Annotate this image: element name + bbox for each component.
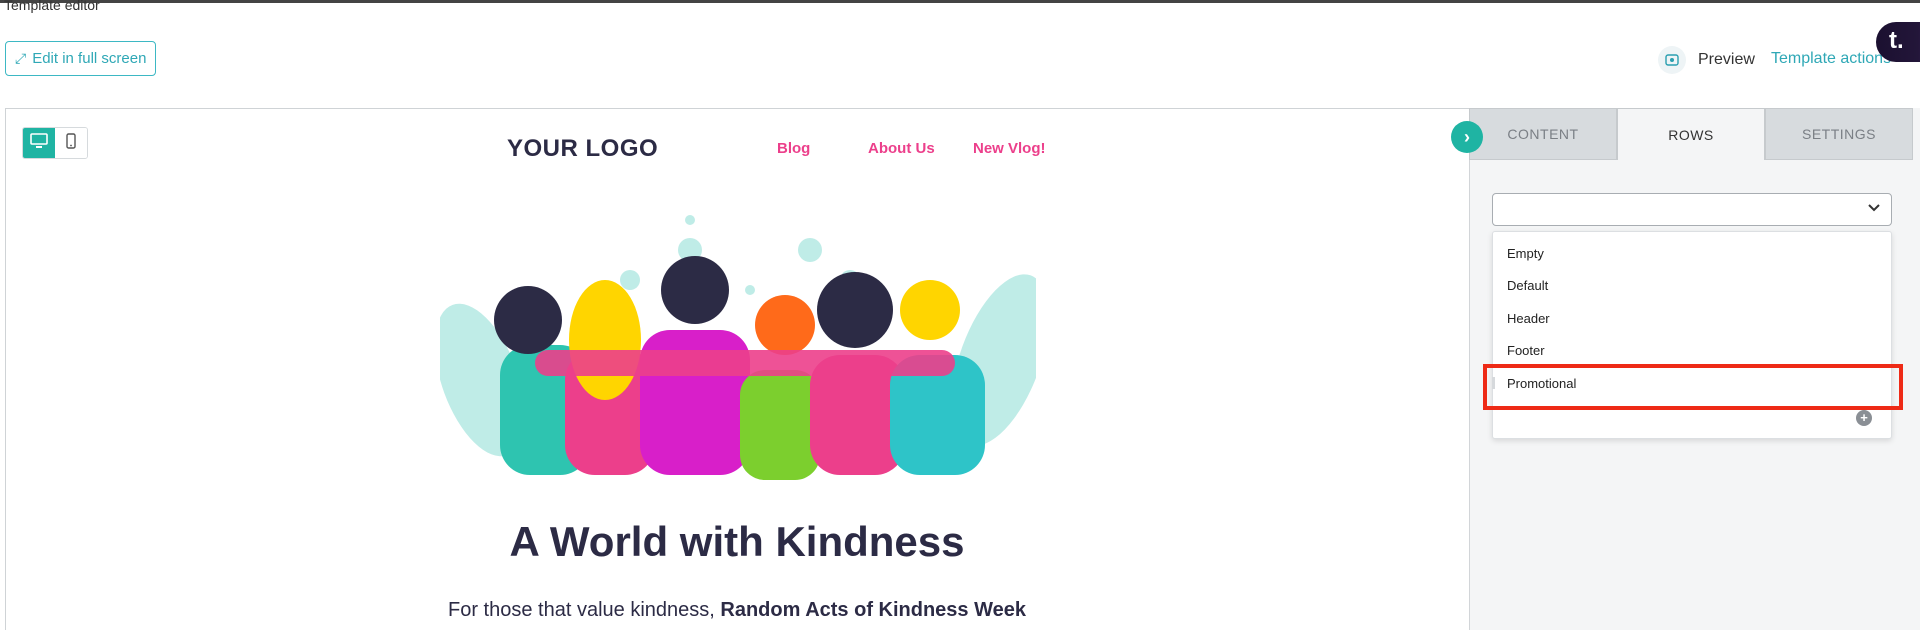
edit-fullscreen-label: Edit in full screen: [32, 50, 147, 67]
tab-content[interactable]: CONTENT: [1469, 108, 1617, 160]
add-icon[interactable]: +: [1856, 410, 1872, 426]
mobile-icon: [66, 132, 76, 154]
email-body-prefix: For those that value kindness,: [448, 599, 721, 621]
dropdown-option-header[interactable]: Header: [1507, 311, 1550, 326]
rows-type-select[interactable]: [1492, 193, 1892, 226]
chevron-down-icon: [1867, 200, 1881, 219]
edit-fullscreen-button[interactable]: ⤢ Edit in full screen: [5, 41, 157, 76]
expand-icon: ⤢: [15, 50, 27, 66]
template-actions-link[interactable]: Template actions: [1771, 50, 1891, 68]
dropdown-option-empty[interactable]: Empty: [1507, 246, 1544, 261]
page-title: Template editor: [4, 0, 100, 13]
hero-illustration: [440, 215, 1036, 485]
eye-icon: [1658, 46, 1686, 74]
tab-rows[interactable]: ROWS: [1617, 108, 1765, 160]
email-nav-link-blog[interactable]: Blog: [777, 140, 810, 157]
device-toggle: [22, 127, 88, 159]
preview-button[interactable]: Preview: [1658, 46, 1755, 74]
email-nav-link-vlog[interactable]: New Vlog!: [973, 140, 1046, 157]
highlight-annotation: [1483, 364, 1903, 410]
email-nav-link-about[interactable]: About Us: [868, 140, 935, 157]
dropdown-option-default[interactable]: Default: [1507, 278, 1548, 293]
chevron-right-icon: ›: [1464, 126, 1470, 147]
email-body-text: For those that value kindness, Random Ac…: [0, 599, 1474, 622]
desktop-view-button[interactable]: [23, 128, 55, 158]
preview-label: Preview: [1698, 51, 1755, 68]
mobile-view-button[interactable]: [55, 128, 87, 158]
sidebar-tabs: CONTENT ROWS SETTINGS: [1469, 108, 1913, 160]
collapse-sidebar-button[interactable]: ›: [1451, 121, 1483, 153]
email-headline: A World with Kindness: [509, 518, 965, 565]
email-body-bold: Random Acts of Kindness Week: [720, 599, 1026, 621]
tab-settings[interactable]: SETTINGS: [1765, 108, 1913, 160]
brand-badge[interactable]: t.: [1876, 22, 1920, 62]
dropdown-option-footer[interactable]: Footer: [1507, 343, 1545, 358]
desktop-icon: [30, 132, 48, 154]
email-logo: YOUR LOGO: [507, 135, 659, 162]
hero-people: [494, 256, 985, 480]
window-top-strip: [0, 0, 1920, 3]
